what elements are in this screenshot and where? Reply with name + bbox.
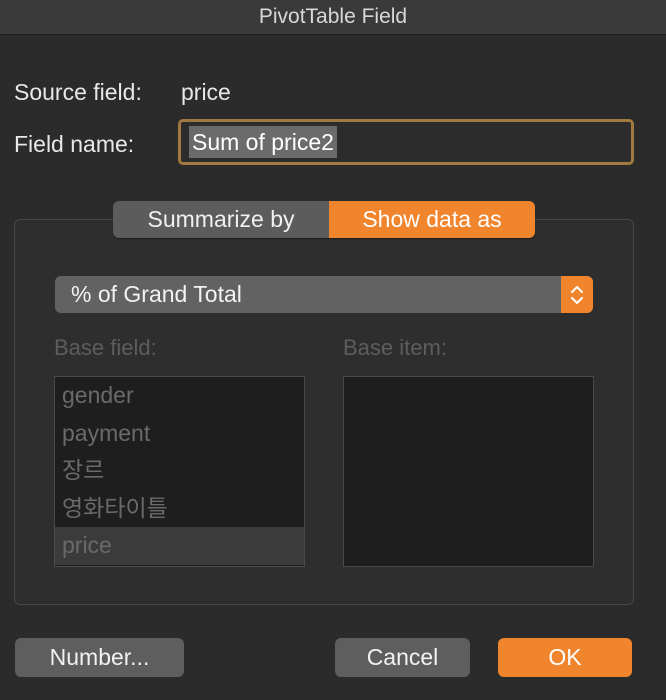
- field-name-label: Field name:: [14, 131, 135, 157]
- list-item-selected[interactable]: price: [55, 527, 304, 565]
- list-item[interactable]: payment: [55, 415, 304, 453]
- up-down-chevron-icon: [561, 276, 593, 313]
- base-item-label: Base item:: [343, 335, 447, 360]
- tab-summarize-by[interactable]: Summarize by: [113, 201, 329, 238]
- base-field-list[interactable]: gender payment 장르 영화타이틀 price: [54, 376, 305, 567]
- source-field-value: price: [181, 79, 231, 105]
- number-button[interactable]: Number...: [15, 638, 184, 677]
- list-item[interactable]: gender: [55, 377, 304, 415]
- window-title: PivotTable Field: [258, 5, 408, 28]
- list-item[interactable]: 장르: [55, 452, 304, 490]
- title-bar: PivotTable Field: [0, 0, 666, 35]
- show-data-as-value: % of Grand Total: [71, 281, 242, 307]
- cancel-button[interactable]: Cancel: [335, 638, 470, 677]
- list-item[interactable]: 영화타이틀: [55, 490, 304, 528]
- ok-button[interactable]: OK: [498, 638, 632, 677]
- base-item-list[interactable]: [343, 376, 594, 567]
- source-field-label: Source field:: [14, 79, 142, 105]
- field-name-value: Sum of price2: [189, 126, 337, 158]
- base-field-label: Base field:: [54, 335, 157, 360]
- show-data-as-select[interactable]: % of Grand Total: [55, 276, 593, 313]
- mode-segmented-control: Summarize by Show data as: [113, 201, 535, 238]
- field-name-input[interactable]: Sum of price2: [178, 119, 634, 165]
- tab-show-data-as[interactable]: Show data as: [329, 201, 535, 238]
